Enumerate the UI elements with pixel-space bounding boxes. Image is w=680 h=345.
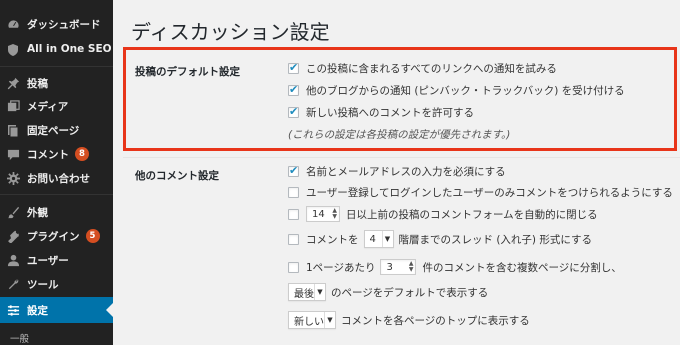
comment-count-badge: 8 — [75, 147, 89, 161]
sidebar-item-label: コメント — [27, 148, 69, 161]
sidebar-item-label: 固定ページ — [27, 124, 80, 137]
sidebar-item-label: メディア — [27, 100, 69, 113]
sidebar-item-appearance[interactable]: 外観 — [0, 200, 113, 224]
checkbox-unchecked[interactable] — [288, 208, 299, 220]
close-days-input[interactable]: 14 ▲ ▼ — [306, 206, 340, 222]
sidebar-item-contact[interactable]: お問い合わせ — [0, 166, 113, 190]
plugin-update-badge: 5 — [85, 229, 100, 243]
option-paged-comments[interactable]: 1ページあたり 3 ▲ ▼ 件のコメントを含む複数ページに分割し、 — [288, 258, 622, 276]
sidebar-item-settings[interactable]: 設定 — [0, 297, 113, 323]
spinner-icon[interactable]: ▲ ▼ — [409, 261, 414, 273]
checkbox-checked[interactable] — [288, 83, 299, 96]
user-icon — [2, 254, 24, 267]
sidebar-item-plugins[interactable]: プラグイン 5 — [0, 224, 113, 248]
chevron-down-icon: ▼ — [324, 312, 335, 328]
chevron-down-icon: ▼ — [314, 284, 325, 300]
settings-icon — [2, 304, 24, 317]
sidebar-item-label: お問い合わせ — [27, 172, 90, 185]
page-title: ディスカッション設定 — [131, 20, 330, 44]
sidebar-item-pages[interactable]: 固定ページ — [0, 118, 113, 142]
active-indicator — [106, 303, 113, 317]
sidebar-item-label: ダッシュボード — [27, 18, 101, 31]
thread-depth-select[interactable]: 4 ▼ — [363, 230, 394, 248]
sidebar-item-users[interactable]: ユーザー — [0, 248, 113, 272]
other-comment-settings-label: 他のコメント設定 — [135, 170, 219, 182]
appearance-icon — [2, 206, 24, 219]
sidebar-item-label: 外観 — [27, 206, 48, 219]
default-page-select[interactable]: 最後 ▼ — [288, 283, 326, 301]
main-content: ディスカッション設定 投稿のデフォルト設定 この投稿に含まれるすべてのリンクへの… — [113, 0, 680, 345]
sidebar-item-label: All in One SEO — [27, 43, 112, 55]
option-threaded-comments[interactable]: コメントを 4 ▼ 階層までのスレッド (入れ子) 形式にする — [288, 230, 592, 248]
dashboard-icon — [2, 18, 24, 31]
sidebar-item-label: プラグイン — [27, 230, 80, 243]
option-require-name-email[interactable]: 名前とメールアドレスの入力を必須にする — [288, 162, 506, 180]
sidebar-item-dashboard[interactable]: ダッシュボード — [0, 12, 113, 36]
option-pingback-links[interactable]: この投稿に含まれるすべてのリンクへの通知を試みる — [288, 59, 557, 77]
override-note: (これらの設定は各投稿の設定が優先されます。) — [288, 129, 511, 141]
option-registered-only[interactable]: ユーザー登録してログインしたユーザーのみコメントをつけられるようにする — [288, 183, 673, 201]
comment-icon — [2, 148, 24, 161]
option-close-comments[interactable]: 14 ▲ ▼ 日以上前の投稿のコメントフォームを自動的に閉じる — [288, 205, 598, 223]
option-allow-pingbacks[interactable]: 他のブログからの通知 (ピンバック・トラックバック) を受け付ける — [288, 81, 625, 99]
sidebar-item-seo[interactable]: All in One SEO — [0, 37, 113, 61]
pin-icon — [2, 77, 24, 90]
checkbox-unchecked[interactable] — [288, 261, 299, 273]
checkbox-checked[interactable] — [288, 105, 299, 118]
sidebar-item-posts[interactable]: 投稿 — [0, 71, 113, 95]
sidebar-separator — [0, 194, 113, 195]
default-page-row: 最後 ▼ のページをデフォルトで表示する — [288, 283, 488, 301]
sidebar-item-tools[interactable]: ツール — [0, 272, 113, 296]
page-icon — [2, 124, 24, 137]
option-allow-comments[interactable]: 新しい投稿へのコメントを許可する — [288, 103, 474, 121]
plugin-icon — [2, 230, 24, 243]
sidebar-item-media[interactable]: メディア — [0, 94, 113, 118]
sidebar-item-comments[interactable]: コメント 8 — [0, 142, 113, 166]
sidebar-item-label: ユーザー — [27, 254, 69, 267]
per-page-input[interactable]: 3 ▲ ▼ — [380, 259, 417, 275]
sidebar-item-label: 設定 — [27, 304, 48, 317]
comment-order-select[interactable]: 新しい ▼ — [288, 311, 336, 329]
sidebar-item-label: ツール — [27, 278, 59, 291]
media-icon — [2, 99, 24, 113]
checkbox-unchecked[interactable] — [288, 233, 299, 245]
chevron-down-icon: ▼ — [381, 231, 393, 247]
spinner-icon[interactable]: ▲ ▼ — [332, 208, 337, 220]
comment-order-row: 新しい ▼ コメントを各ページのトップに表示する — [288, 311, 530, 329]
checkbox-checked[interactable] — [288, 164, 299, 177]
section-divider — [123, 157, 680, 158]
admin-sidebar: ダッシュボード All in One SEO 投稿 メディア 固定ページ コメン… — [0, 0, 113, 345]
sidebar-item-label: 投稿 — [27, 77, 48, 90]
default-article-settings-label: 投稿のデフォルト設定 — [135, 66, 240, 78]
contact-icon — [2, 171, 24, 185]
submenu-item-general[interactable]: 一般 — [10, 331, 29, 345]
sidebar-separator — [0, 66, 113, 67]
checkbox-checked[interactable] — [288, 61, 299, 74]
tool-icon — [2, 278, 24, 291]
checkbox-unchecked[interactable] — [288, 186, 299, 198]
seo-icon — [2, 43, 24, 56]
